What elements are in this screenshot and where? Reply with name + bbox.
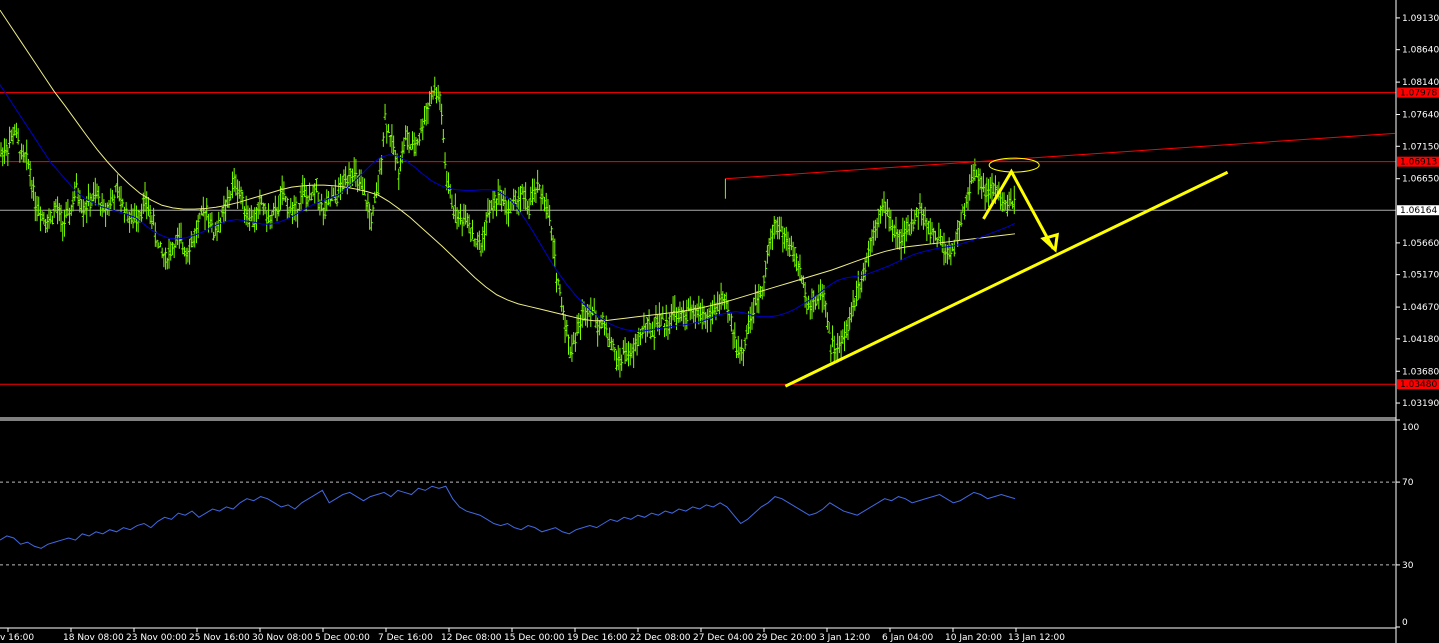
osc-tick-label: 0 [1402,618,1408,628]
y-tick-label: 1.07640 [1402,111,1439,121]
x-tick-label: 10 Jan 20:00 [945,633,1002,643]
x-tick-label: 30 Nov 08:00 [252,633,313,643]
level-price-label: 1.06913 [1400,158,1437,168]
y-tick-label: 1.05660 [1402,239,1439,249]
y-tick-label: 1.05170 [1402,271,1439,281]
x-tick-label: 25 Nov 16:00 [189,633,250,643]
y-tick-label: 1.03680 [1402,367,1439,377]
x-tick-label: 23 Nov 00:00 [126,633,187,643]
y-tick-label: 1.04670 [1402,303,1439,313]
x-tick-label: 13 Jan 12:00 [1008,633,1065,643]
osc-tick-label: 30 [1402,561,1414,571]
x-tick-label: 27 Dec 04:00 [693,633,754,643]
x-tick-label: 5 Dec 00:00 [315,633,370,643]
x-tick-label: 7 Dec 16:00 [378,633,433,643]
resistance-trendline [725,132,1396,180]
y-tick-label: 1.03190 [1402,399,1439,409]
chart-canvas: 1.09130 1.08640 1.08140 1.07640 1.07150 1.066… [0,0,1439,643]
x-tick-label: 18 Nov 08:00 [63,633,124,643]
x-tick-label: 29 Dec 20:00 [756,633,817,643]
current-price-label: 1.06164 [1400,206,1437,216]
x-tick-label: 19 Dec 16:00 [567,633,628,643]
axes: 1.09130 1.08640 1.08140 1.07640 1.07150 1.066… [0,0,1439,643]
x-tick-label: 6 Jan 04:00 [882,633,934,643]
osc-tick-label: 70 [1402,478,1414,488]
osc-tick-label: 100 [1402,423,1419,433]
level-price-label: 1.07978 [1400,89,1437,99]
oscillator-line [0,485,1016,549]
fast-moving-average-line [0,84,1016,332]
y-tick-label: 1.07150 [1402,142,1439,152]
slow-moving-average-line [0,9,1016,322]
x-tick-label: 22 Dec 08:00 [630,633,691,643]
target-ellipse [988,157,1040,173]
x-tick-label: 15 Dec 00:00 [504,633,565,643]
support-trendline [784,170,1229,388]
oscillator-panel [0,481,1396,566]
main-price-panel [0,9,1396,388]
y-tick-label: 1.08140 [1402,78,1439,88]
x-tick-label: 3 Jan 12:00 [819,633,871,643]
x-tick-label: 12 Dec 08:00 [441,633,502,643]
y-tick-label: 1.08640 [1402,46,1439,56]
y-tick-label: 1.04180 [1402,335,1439,345]
y-tick-label: 1.09130 [1402,14,1439,24]
level-price-label: 1.03480 [1400,380,1437,390]
x-tick-label: v 16:00 [0,633,34,643]
y-tick-label: 1.06650 [1402,175,1439,185]
